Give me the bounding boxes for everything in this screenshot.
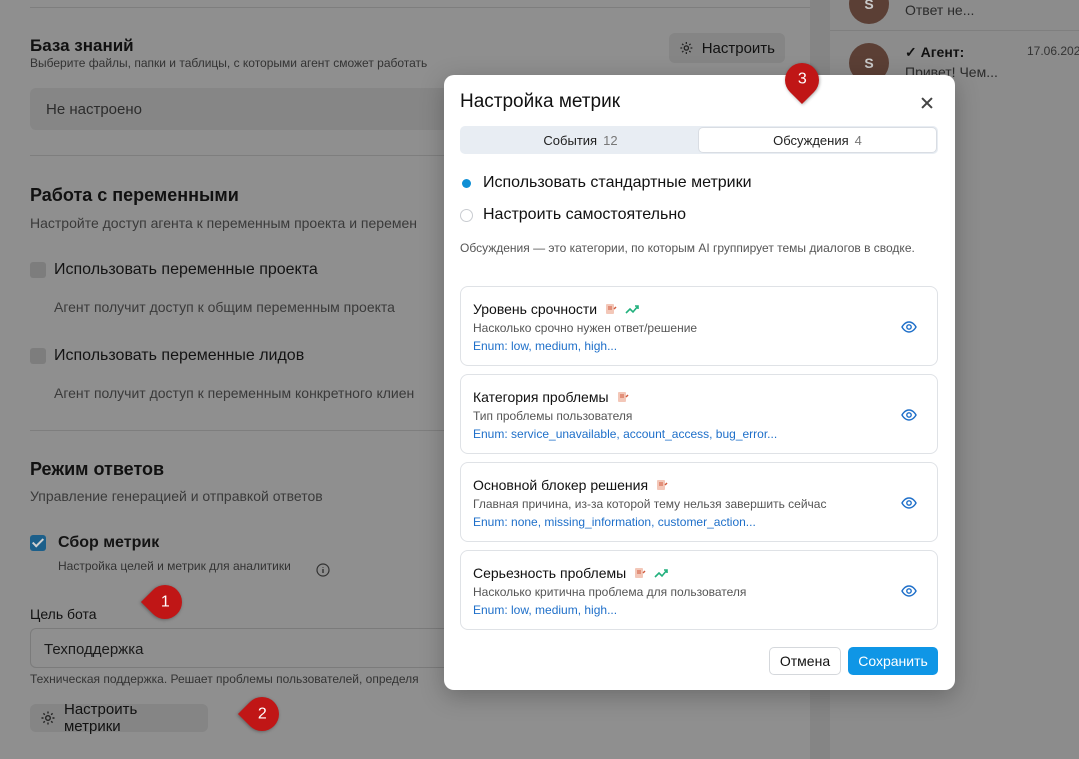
goal-value: Техподдержка: [44, 641, 144, 658]
metric-name: Уровень срочности: [473, 301, 598, 317]
lead-vars-checkbox[interactable]: [30, 348, 46, 364]
trend-up-icon: [625, 305, 639, 314]
eye-icon[interactable]: [901, 319, 917, 335]
metric-enum: Enum: service_unavailable, account_acces…: [473, 427, 778, 441]
modal-title: Настройка метрик: [460, 91, 621, 112]
metric-desc: Насколько срочно нужен ответ/решение: [473, 321, 698, 335]
eye-icon[interactable]: [901, 495, 917, 511]
knowledge-configure-label: Настроить: [701, 39, 775, 57]
edit-note-icon: [617, 392, 629, 402]
configure-metrics-button[interactable]: Настроить метрики: [30, 701, 208, 735]
edit-note-icon: [657, 480, 668, 490]
eye-icon[interactable]: [901, 583, 917, 599]
divider: [30, 7, 810, 8]
variables-title: Работа с переменными: [30, 185, 239, 205]
metric-enum: Enum: low, medium, high...: [473, 603, 618, 617]
metric-enum: Enum: low, medium, high...: [473, 339, 618, 353]
edit-note-icon: [635, 568, 646, 578]
project-vars-desc: Агент получит доступ к общим переменным …: [54, 299, 395, 315]
tab-discussions[interactable]: Обсуждения 4: [699, 128, 936, 152]
metric-card[interactable]: Серьезность проблемы Насколько критична …: [460, 550, 938, 630]
close-icon[interactable]: [919, 95, 935, 111]
project-vars-checkbox[interactable]: [30, 262, 46, 278]
metrics-desc: Настройка целей и метрик для аналитики: [58, 559, 291, 573]
info-icon[interactable]: [316, 563, 330, 577]
goal-label: Цель бота: [30, 606, 97, 622]
metric-card[interactable]: Категория проблемы Тип проблемы пользова…: [460, 374, 938, 454]
goal-select[interactable]: Техподдержка: [30, 628, 460, 668]
discussions-description: Обсуждения — это категории, по которым A…: [460, 241, 915, 255]
lead-vars-desc: Агент получит доступ к переменным конкре…: [54, 385, 415, 401]
knowledge-configure-button[interactable]: Настроить: [669, 33, 785, 63]
metrics-label: Сбор метрик: [58, 534, 160, 551]
radio-standard-metrics[interactable]: Использовать стандартные метрики: [460, 174, 752, 192]
metric-name: Серьезность проблемы: [473, 565, 627, 581]
cancel-button[interactable]: Отмена: [769, 647, 841, 675]
project-vars-label: Использовать переменные проекта: [54, 261, 318, 278]
responses-subtitle: Управление генерацией и отправкой ответо…: [30, 488, 323, 504]
trend-up-icon: [654, 569, 668, 578]
lead-vars-label: Использовать переменные лидов: [54, 347, 305, 364]
knowledge-subtitle: Выберите файлы, папки и таблицы, с котор…: [30, 56, 428, 70]
save-button[interactable]: Сохранить: [848, 647, 938, 675]
metrics-tabs: События 12 Обсуждения 4: [460, 126, 938, 154]
eye-icon[interactable]: [901, 407, 917, 423]
metric-name: Категория проблемы: [473, 389, 609, 405]
metrics-settings-modal: Настройка метрик События 12 Обсуждения 4 И…: [444, 75, 955, 690]
goal-hint: Техническая поддержка. Решает проблемы п…: [30, 672, 419, 686]
metric-card[interactable]: Уровень срочности Насколько срочно нужен…: [460, 286, 938, 366]
metrics-checkbox[interactable]: [30, 535, 46, 551]
knowledge-status: Не настроено: [46, 101, 142, 118]
metric-enum: Enum: none, missing_information, custome…: [473, 515, 756, 529]
metric-desc: Тип проблемы пользователя: [473, 409, 633, 423]
responses-title: Режим ответов: [30, 459, 165, 479]
knowledge-title: База знаний: [30, 36, 134, 55]
metric-desc: Главная причина, из-за которой тему нель…: [473, 497, 827, 511]
chat-divider: [830, 30, 1079, 31]
metric-name: Основной блокер решения: [473, 477, 649, 493]
chat-preview: Ответ не...: [905, 2, 975, 18]
radio-custom-metrics[interactable]: Настроить самостоятельно: [460, 206, 686, 224]
chat-date: 17.06.202: [1027, 44, 1079, 58]
metric-card[interactable]: Основной блокер решения Главная причина,…: [460, 462, 938, 542]
variables-subtitle: Настройте доступ агента к переменным про…: [30, 215, 418, 231]
metric-desc: Насколько критична проблема для пользова…: [473, 585, 747, 599]
configure-metrics-label: Настроить метрики: [63, 701, 138, 735]
chat-sender: ✓ Агент:: [905, 44, 965, 60]
gear-icon: [680, 42, 693, 54]
radio-unselected[interactable]: [460, 208, 473, 222]
edit-note-icon: [606, 304, 617, 314]
gear-icon: [41, 711, 55, 725]
radio-selected[interactable]: [460, 176, 473, 190]
tab-events[interactable]: События 12: [462, 128, 699, 152]
